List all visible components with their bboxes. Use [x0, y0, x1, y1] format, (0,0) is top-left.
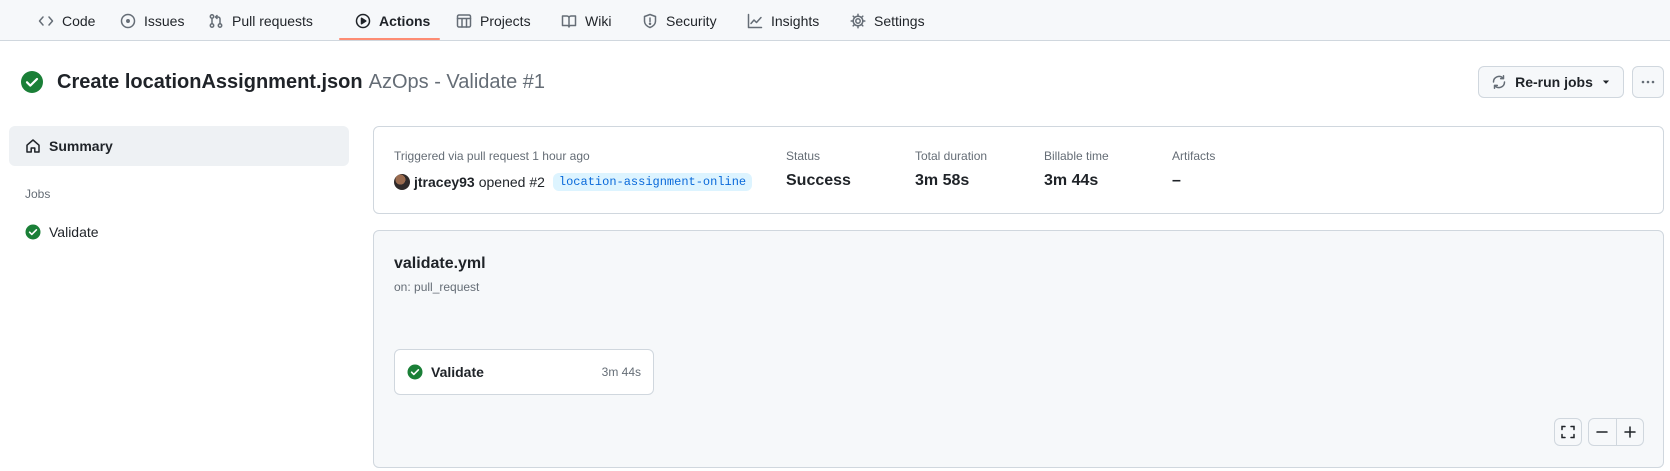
screen-full-icon: [1561, 425, 1575, 439]
status-value: Success: [786, 172, 851, 189]
trigger-action[interactable]: opened #2: [479, 174, 545, 190]
duration-label: Total duration: [915, 149, 988, 163]
more-options-button[interactable]: [1632, 66, 1664, 98]
tab-wiki-label: Wiki: [585, 12, 612, 29]
tab-code[interactable]: Code: [38, 0, 95, 41]
trigger-text: Triggered via pull request 1 hour ago: [394, 149, 590, 163]
run-title: Create locationAssignment.json AzOps - V…: [20, 66, 545, 98]
workflow-trigger: on: pull_request: [394, 280, 480, 294]
tab-projects-label: Projects: [480, 12, 531, 29]
shield-icon: [643, 13, 657, 28]
fullscreen-button[interactable]: [1554, 418, 1582, 446]
issue-icon: [120, 13, 136, 28]
sidebar-job-label: Validate: [49, 224, 99, 240]
billable-label: Billable time: [1044, 149, 1109, 163]
zoom-controls: [1588, 418, 1644, 446]
artifacts-value: –: [1172, 172, 1181, 189]
play-icon: [355, 13, 371, 28]
tab-security-label: Security: [666, 12, 717, 29]
tab-wiki[interactable]: Wiki: [561, 0, 611, 41]
tab-issues[interactable]: Issues: [120, 0, 184, 41]
tab-projects[interactable]: Projects: [456, 0, 531, 41]
gear-icon: [850, 12, 866, 29]
rerun-jobs-button[interactable]: Re-run jobs: [1478, 66, 1624, 98]
actor-link[interactable]: jtracey93: [414, 174, 475, 190]
pull-request-icon: [209, 13, 223, 28]
sidebar-item-summary[interactable]: Summary: [9, 126, 349, 166]
code-icon: [38, 15, 54, 26]
workflow-file-name: validate.yml: [394, 255, 486, 272]
dash-icon: [1596, 431, 1609, 433]
billable-value[interactable]: 3m 44s: [1044, 172, 1098, 190]
tab-issues-label: Issues: [144, 12, 185, 29]
tab-actions-label: Actions: [379, 12, 431, 29]
branch-label[interactable]: location-assignment-online: [552, 173, 753, 191]
run-summary-card: Triggered via pull request 1 hour ago jt…: [373, 126, 1664, 214]
tab-pull-requests-label: Pull requests: [232, 12, 313, 29]
check-circle-fill-icon: [21, 71, 43, 93]
table-icon: [456, 13, 472, 28]
tab-insights-label: Insights: [771, 12, 820, 29]
zoom-in-button[interactable]: [1615, 419, 1643, 445]
tab-code-label: Code: [62, 12, 96, 29]
repo-nav: Code Issues Pull requests Actions Projec…: [0, 0, 1670, 41]
workflow-graph: validate.yml on: pull_request Validate 3…: [373, 230, 1664, 468]
artifacts-label: Artifacts: [1172, 149, 1216, 163]
run-title-text: Create locationAssignment.json: [57, 70, 363, 93]
run-workflow-name: AzOps - Validate #1: [368, 70, 546, 93]
tab-insights[interactable]: Insights: [747, 0, 819, 41]
book-icon: [561, 14, 577, 28]
sidebar-summary-label: Summary: [49, 138, 113, 154]
tab-pull-requests[interactable]: Pull requests: [208, 0, 313, 41]
tab-settings-label: Settings: [874, 12, 925, 29]
trigger-details: jtracey93 opened #2 location-assignment-…: [394, 173, 753, 191]
active-tab-indicator: [339, 38, 440, 40]
home-icon: [26, 139, 40, 153]
job-node-duration: 3m 44s: [601, 365, 641, 379]
sidebar-jobs-heading: Jobs: [25, 187, 51, 201]
job-node-validate[interactable]: Validate 3m 44s: [394, 349, 654, 395]
graph-icon: [747, 13, 763, 28]
job-node-name: Validate: [431, 364, 484, 380]
sidebar-item-job-validate[interactable]: Validate: [25, 224, 99, 240]
check-circle-fill-icon: [407, 364, 423, 380]
zoom-out-button[interactable]: [1589, 419, 1616, 445]
check-circle-fill-icon: [25, 224, 41, 240]
duration-value[interactable]: 3m 58s: [915, 172, 969, 190]
tab-security[interactable]: Security: [642, 0, 717, 41]
plus-icon: [1624, 426, 1636, 438]
rerun-jobs-label: Re-run jobs: [1515, 74, 1593, 90]
status-label: Status: [786, 149, 821, 163]
avatar[interactable]: [394, 174, 410, 190]
tab-actions[interactable]: Actions: [355, 0, 430, 41]
triangle-down-icon: [1602, 80, 1610, 84]
kebab-horizontal-icon: [1641, 80, 1655, 84]
tab-settings[interactable]: Settings: [850, 0, 925, 41]
sync-icon: [1492, 75, 1506, 89]
